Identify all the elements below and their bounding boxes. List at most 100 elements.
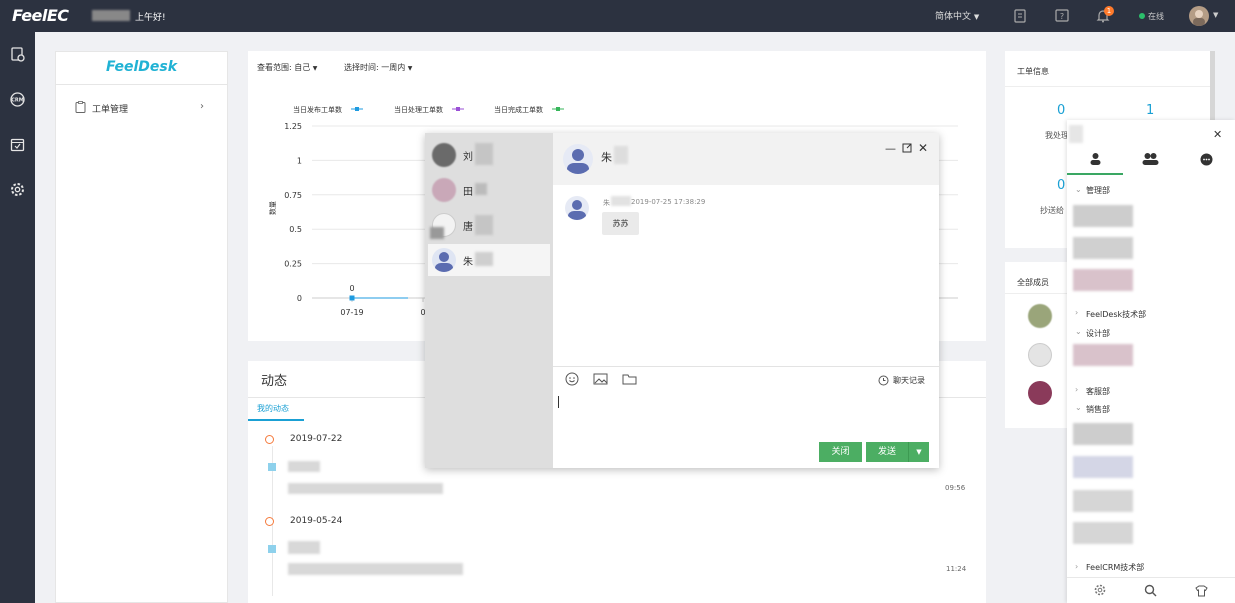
- send-button[interactable]: 发送: [866, 442, 909, 462]
- time-label: 选择时间: 一周内: [344, 63, 406, 72]
- message-time: 2019-07-25 17:38:29: [631, 198, 706, 206]
- member-row-blurred[interactable]: [1073, 423, 1133, 445]
- member-avatar[interactable]: [1028, 343, 1052, 367]
- document-icon[interactable]: [1012, 8, 1028, 24]
- message-bubble: 苏苏: [602, 212, 639, 235]
- nav-ticket-icon[interactable]: [9, 46, 26, 63]
- info-count-left[interactable]: 0: [1057, 103, 1065, 118]
- tab-groups-icon[interactable]: [1142, 152, 1159, 165]
- nav-calendar-icon[interactable]: [9, 136, 26, 153]
- timeline-date: 2019-05-24: [290, 516, 343, 526]
- chevron-right-icon[interactable]: ›: [200, 101, 204, 112]
- emoji-icon[interactable]: [565, 372, 579, 386]
- chat-header-name: 朱: [601, 151, 612, 164]
- scope-filter[interactable]: 查看范围: 自己 ▼: [257, 62, 317, 73]
- chat-contact-selected[interactable]: 朱: [428, 244, 550, 276]
- clipboard-icon: [75, 101, 86, 113]
- tab-my-dynamics[interactable]: 我的动态: [248, 398, 304, 421]
- search-icon[interactable]: [1144, 584, 1157, 597]
- contact-name: 朱: [463, 257, 473, 268]
- legend-label: 当日完成工单数: [494, 105, 543, 114]
- contact-name: 田: [463, 187, 473, 198]
- entry-time: 09:56: [945, 484, 966, 492]
- message-sender-blurred: [611, 196, 631, 206]
- group-label[interactable]: FeelDesk技术部: [1086, 309, 1146, 320]
- chat-input[interactable]: [553, 390, 939, 438]
- tab-chat-icon[interactable]: [1200, 153, 1213, 166]
- settings-gear-icon[interactable]: [1094, 584, 1106, 596]
- info-count-right[interactable]: 1: [1146, 103, 1154, 118]
- module-menu: [55, 51, 228, 603]
- member-row-blurred[interactable]: [1073, 522, 1133, 544]
- menu-item-ticket-management[interactable]: 工单管理: [92, 102, 128, 115]
- contact-name: 唐: [463, 222, 473, 233]
- contact-avatar: [432, 143, 456, 167]
- chat-contact[interactable]: 唐: [428, 209, 550, 241]
- close-icon[interactable]: ✕: [1213, 128, 1222, 141]
- scope-label: 查看范围: 自己: [257, 63, 311, 72]
- dynamics-title: 动态: [261, 374, 288, 389]
- nav-crm-icon[interactable]: CRM: [9, 91, 26, 108]
- entry-icon: [268, 463, 276, 471]
- legend-marker: [556, 107, 560, 111]
- chat-history-link[interactable]: 聊天记录: [893, 375, 925, 386]
- contact-name-blurred: [475, 252, 493, 266]
- folder-icon[interactable]: [622, 373, 637, 385]
- group-label[interactable]: 管理部: [1086, 185, 1110, 196]
- group-label[interactable]: 销售部: [1086, 404, 1110, 415]
- member-row-blurred[interactable]: [1073, 237, 1133, 259]
- language-select[interactable]: 简体中文 ▼: [935, 9, 979, 22]
- member-row-blurred[interactable]: [1073, 490, 1133, 512]
- group-label[interactable]: 设计部: [1086, 328, 1110, 339]
- close-chat-button[interactable]: 关闭: [819, 442, 862, 462]
- online-status-dot: [1139, 13, 1145, 19]
- history-clock-icon[interactable]: [878, 375, 889, 386]
- chat-contact[interactable]: 田: [428, 174, 550, 206]
- y-tick-label: 0.75: [284, 191, 302, 200]
- message-avatar: [565, 196, 589, 220]
- send-options-chevron-down-icon[interactable]: ▼: [909, 442, 929, 462]
- member-row-blurred[interactable]: [1073, 344, 1133, 366]
- chat-contact[interactable]: 刘: [428, 139, 550, 171]
- app-logo[interactable]: FeelEC: [12, 6, 69, 25]
- shirt-skin-icon[interactable]: [1195, 585, 1208, 597]
- info-count-left2[interactable]: 0: [1057, 178, 1065, 193]
- chevron-down-icon: ⌄: [1075, 403, 1082, 412]
- member-row-blurred[interactable]: [1073, 205, 1133, 227]
- contact-avatar-blurred: [430, 227, 444, 239]
- legend-marker: [456, 107, 460, 111]
- group-label[interactable]: 客服部: [1086, 386, 1110, 397]
- notification-badge: 1: [1104, 6, 1114, 16]
- chevron-right-icon: ›: [1075, 385, 1079, 394]
- online-status[interactable]: 在线: [1148, 11, 1164, 22]
- legend-marker: [355, 107, 359, 111]
- avatar-chevron-down-icon[interactable]: ▼: [1213, 11, 1218, 19]
- member-avatar[interactable]: [1028, 381, 1052, 405]
- member-row-blurred[interactable]: [1073, 456, 1133, 478]
- tab-contacts-person-icon[interactable]: [1089, 152, 1102, 165]
- greeting: 上午好!: [135, 13, 166, 23]
- maximize-icon[interactable]: [902, 143, 912, 153]
- chevron-down-icon: ▼: [973, 13, 980, 21]
- group-label[interactable]: FeelCRM技术部: [1086, 562, 1144, 573]
- member-avatar[interactable]: [1028, 304, 1052, 328]
- member-row-blurred[interactable]: [1073, 269, 1133, 291]
- nav-settings-icon[interactable]: [9, 181, 26, 198]
- user-name-blurred: [92, 10, 130, 21]
- top-bar: [0, 0, 1235, 32]
- entry-title-blurred: [288, 461, 320, 472]
- image-icon[interactable]: [593, 373, 608, 385]
- time-filter[interactable]: 选择时间: 一周内 ▼: [344, 62, 412, 73]
- timeline-dot: [265, 517, 274, 526]
- chat-header-name-blurred: [614, 146, 628, 164]
- user-avatar[interactable]: [1189, 6, 1209, 26]
- y-tick-label: 1.25: [284, 122, 302, 131]
- close-icon[interactable]: ✕: [918, 141, 928, 155]
- svg-text:CRM: CRM: [11, 98, 24, 104]
- minimize-icon[interactable]: —: [885, 142, 896, 155]
- help-icon[interactable]: ?: [1054, 8, 1070, 24]
- y-tick-label: 0: [297, 294, 302, 303]
- left-nav: [0, 32, 35, 603]
- y-tick-label: 0.5: [289, 225, 302, 234]
- entry-text-blurred: [288, 563, 463, 575]
